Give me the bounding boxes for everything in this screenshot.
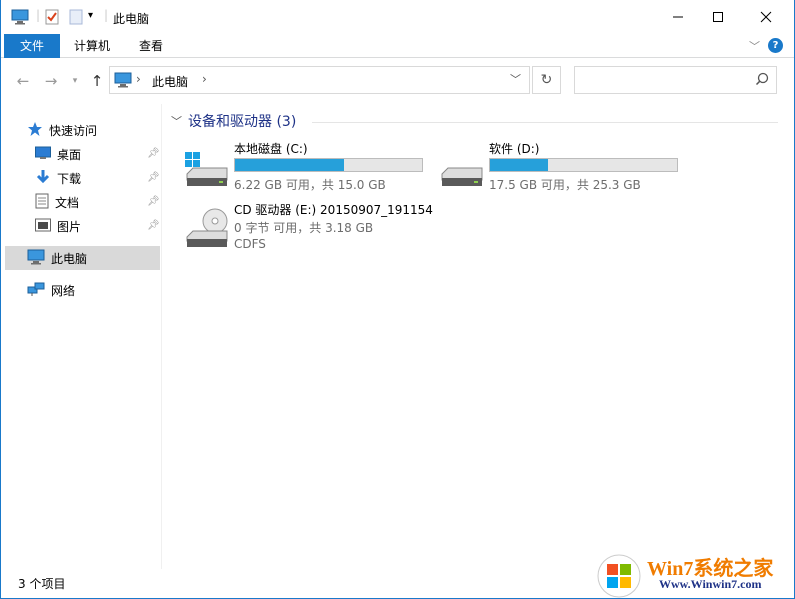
nav-documents[interactable]: 文档 (35, 190, 79, 214)
watermark-url: Www.Winwin7.com (659, 577, 762, 591)
maximize-button[interactable] (695, 0, 741, 34)
computer-icon (27, 249, 45, 268)
download-icon (35, 169, 51, 188)
computer-icon[interactable] (11, 9, 29, 28)
nav-label: 快速访问 (49, 123, 98, 138)
tab-view[interactable]: 查看 (127, 34, 175, 58)
nav-desktop[interactable]: 桌面 (35, 142, 81, 166)
watermark-logo: Win7系统之家 Www.Winwin7.com (597, 550, 795, 598)
help-icon[interactable]: ? (768, 38, 783, 53)
pin-icon[interactable]: 📌︎ (147, 220, 160, 231)
drive-usage-bar (489, 158, 678, 172)
nav-quick-access[interactable]: 快速访问 (27, 118, 97, 142)
nav-downloads[interactable]: 下载 (35, 166, 81, 190)
breadcrumb-chevron-icon[interactable]: › (202, 72, 207, 86)
nav-this-pc[interactable]: 此电脑 (5, 246, 160, 270)
drive-label: 本地磁盘 (C:) (234, 142, 308, 156)
section-divider (312, 122, 778, 123)
drive-free-space: 6.22 GB 可用，共 15.0 GB (234, 178, 386, 192)
picture-icon (35, 218, 51, 235)
expand-ribbon-icon[interactable]: ﹀ (749, 38, 760, 54)
back-arrow-icon[interactable]: ← (13, 71, 33, 91)
nav-network[interactable]: 网络 (27, 278, 75, 302)
tab-computer[interactable]: 计算机 (62, 34, 122, 58)
network-icon (27, 281, 45, 300)
ribbon: 文件 计算机 查看 ﹀ ? (1, 34, 794, 58)
nav-pictures[interactable]: 图片 (35, 214, 81, 238)
title-bar: | ▾ | 此电脑 (1, 0, 794, 34)
breadcrumb-location[interactable]: 此电脑 (152, 73, 188, 90)
breadcrumb-chevron-icon[interactable]: › (136, 72, 141, 86)
document-icon (35, 193, 49, 212)
drive-label: CD 驱动器 (E:) 20150907_191154 (234, 203, 433, 217)
desktop-icon (35, 146, 51, 163)
star-icon (27, 121, 43, 140)
nav-label: 文档 (55, 195, 80, 210)
pin-icon[interactable]: 📌︎ (147, 172, 160, 183)
nav-label: 网络 (51, 283, 76, 298)
drive-e[interactable]: CD 驱动器 (E:) 20150907_191154 0 字节 可用，共 3.… (181, 201, 441, 257)
address-dropdown-icon[interactable]: ﹀ (510, 71, 521, 87)
item-count: 3 个项目 (18, 577, 66, 591)
nav-label: 图片 (57, 219, 82, 234)
drive-free-space: 17.5 GB 可用，共 25.3 GB (489, 178, 641, 192)
drive-usage-fill (490, 159, 548, 171)
forward-arrow-icon[interactable]: → (41, 71, 61, 91)
navigation-pane: 快速访问 桌面 📌︎ 下载 📌︎ 文档 📌︎ 图片 📌︎ 此电脑 网络 (1, 104, 162, 569)
separator: | (36, 8, 41, 22)
pin-icon[interactable]: 📌︎ (147, 148, 160, 159)
nav-label: 桌面 (57, 147, 82, 162)
tab-file[interactable]: 文件 (4, 34, 60, 58)
hard-drive-icon (438, 150, 484, 193)
customize-quick-access-icon[interactable]: ▾ (88, 10, 93, 21)
drive-free-space: 0 字节 可用，共 3.18 GB (234, 221, 374, 235)
windows-drive-icon (183, 150, 229, 193)
recent-locations-icon[interactable]: ▾ (65, 71, 85, 91)
up-arrow-icon[interactable]: ↑ (87, 71, 107, 91)
collapse-chevron-icon[interactable]: ﹀ (171, 113, 182, 129)
drive-usage-fill (235, 159, 345, 171)
explorer-window: | ▾ | 此电脑 文件 计算机 查看 ﹀ ? ← → ▾ ↑ › 此电脑 › … (0, 0, 795, 599)
drive-filesystem: CDFS (234, 237, 266, 251)
nav-label: 下载 (57, 171, 82, 186)
close-button[interactable] (743, 0, 789, 34)
drive-label: 软件 (D:) (489, 142, 540, 156)
drive-usage-bar (234, 158, 423, 172)
window-title: 此电脑 (113, 12, 150, 26)
address-bar[interactable]: › 此电脑 › ﹀ (109, 66, 530, 94)
section-header[interactable]: ﹀ 设备和驱动器 (3) (171, 111, 296, 131)
drive-c[interactable]: 本地磁盘 (C:) 6.22 GB 可用，共 15.0 GB (181, 140, 431, 196)
section-title: 设备和驱动器 (3) (188, 114, 297, 130)
refresh-button[interactable]: ↻ (532, 66, 561, 94)
new-folder-icon[interactable] (69, 9, 83, 28)
search-input[interactable] (574, 66, 777, 94)
computer-icon (114, 72, 132, 91)
search-icon (755, 72, 769, 89)
pin-icon[interactable]: 📌︎ (147, 196, 160, 207)
separator: | (104, 8, 109, 22)
drive-d[interactable]: 软件 (D:) 17.5 GB 可用，共 25.3 GB (436, 140, 686, 196)
properties-icon[interactable] (45, 9, 59, 28)
cd-drive-icon (183, 207, 229, 254)
nav-label: 此电脑 (51, 251, 88, 266)
